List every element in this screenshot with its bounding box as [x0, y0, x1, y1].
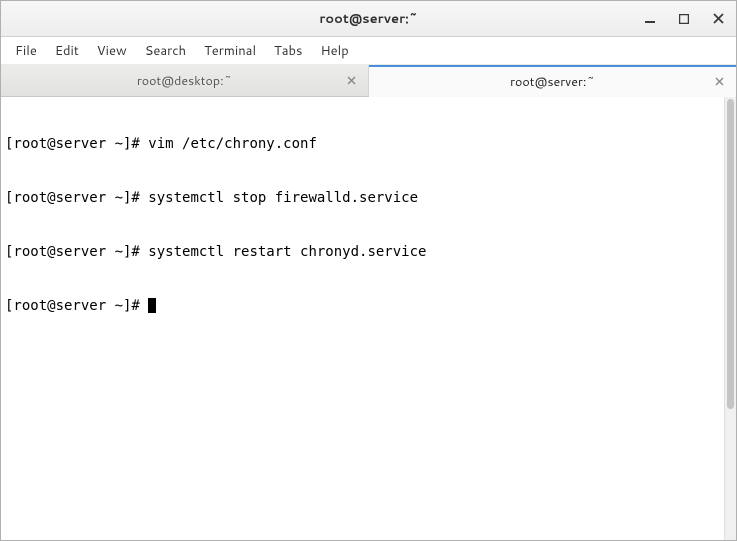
terminal-line: [root@server ~]# vim /etc/chrony.conf	[5, 135, 720, 153]
terminal-area: [root@server ~]# vim /etc/chrony.conf [r…	[1, 97, 736, 540]
prompt: [root@server ~]#	[5, 136, 148, 152]
minimize-button[interactable]	[642, 11, 658, 27]
terminal-line: [root@server ~]# systemctl restart chron…	[5, 243, 720, 261]
tab-close-button[interactable]	[712, 75, 726, 89]
menu-search[interactable]: Search	[137, 38, 194, 64]
tab-desktop[interactable]: root@desktop:~	[1, 65, 369, 96]
command: systemctl restart chronyd.service	[148, 244, 426, 260]
prompt: [root@server ~]#	[5, 244, 148, 260]
scrollbar[interactable]	[724, 97, 736, 540]
command: vim /etc/chrony.conf	[148, 136, 317, 152]
menu-view[interactable]: View	[89, 38, 135, 64]
menu-help[interactable]: Help	[312, 38, 356, 64]
menu-edit[interactable]: Edit	[47, 38, 87, 64]
terminal-line: [root@server ~]#	[5, 297, 720, 315]
close-icon	[347, 76, 356, 85]
titlebar: root@server:~	[1, 1, 736, 37]
terminal[interactable]: [root@server ~]# vim /etc/chrony.conf [r…	[1, 97, 724, 540]
menu-tabs[interactable]: Tabs	[266, 38, 310, 64]
minimize-icon	[645, 14, 655, 24]
prompt: [root@server ~]#	[5, 298, 148, 314]
tabbar: root@desktop:~ root@server:~	[1, 65, 736, 97]
terminal-line: [root@server ~]# systemctl stop firewall…	[5, 189, 720, 207]
command: systemctl stop firewalld.service	[148, 190, 418, 206]
close-icon	[715, 77, 724, 86]
tab-server[interactable]: root@server:~	[369, 65, 736, 97]
menubar: File Edit View Search Terminal Tabs Help	[1, 37, 736, 65]
tab-label: root@desktop:~	[137, 72, 232, 90]
prompt: [root@server ~]#	[5, 190, 148, 206]
close-icon	[713, 13, 724, 24]
tab-label: root@server:~	[510, 73, 595, 91]
menu-file[interactable]: File	[7, 38, 45, 64]
menu-terminal[interactable]: Terminal	[196, 38, 264, 64]
tab-close-button[interactable]	[344, 74, 358, 88]
window-title: root@server:~	[1, 10, 736, 28]
close-button[interactable]	[710, 11, 726, 27]
maximize-button[interactable]	[676, 11, 692, 27]
window-controls	[642, 11, 736, 27]
maximize-icon	[679, 14, 689, 24]
scrollbar-thumb[interactable]	[727, 99, 734, 409]
cursor-icon	[148, 298, 156, 313]
